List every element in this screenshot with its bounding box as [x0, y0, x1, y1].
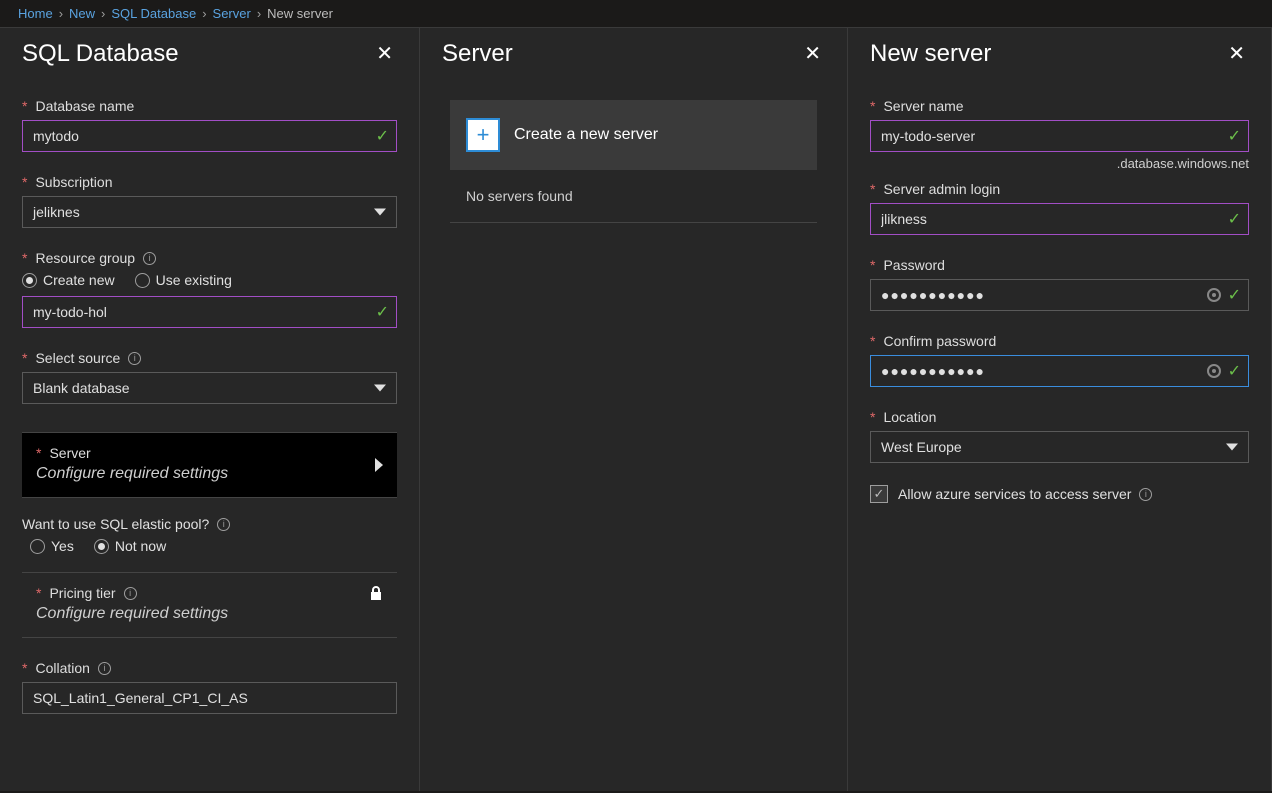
close-icon[interactable]: ✕ [800, 40, 825, 68]
admin-login-input[interactable] [870, 203, 1249, 235]
breadcrumb-home[interactable]: Home [18, 6, 53, 21]
confirm-password-label: *Confirm password [870, 333, 1249, 349]
close-icon[interactable]: ✕ [372, 40, 397, 68]
breadcrumb-current: New server [267, 6, 333, 21]
breadcrumb-server[interactable]: Server [213, 6, 251, 21]
chevron-down-icon [374, 209, 386, 216]
close-icon[interactable]: ✕ [1224, 40, 1249, 68]
create-new-server-label: Create a new server [514, 126, 658, 144]
elastic-pool-label: Want to use SQL elastic pool?i [22, 516, 397, 532]
panel-server: Server ✕ + Create a new server No server… [420, 28, 848, 791]
info-icon[interactable]: i [217, 518, 230, 531]
pricing-tier-sub: Configure required settings [36, 605, 383, 623]
panel-sql-database: SQL Database ✕ *Database name ✓ *Subscri… [0, 28, 420, 791]
collation-label: *Collationi [22, 660, 397, 676]
server-settings-sub: Configure required settings [36, 465, 383, 483]
chevron-down-icon [374, 385, 386, 392]
password-label: *Password [870, 257, 1249, 273]
panel-title-sql: SQL Database [22, 40, 179, 68]
chevron-right-icon: › [59, 6, 63, 21]
pricing-tier-nav[interactable]: *Pricing tieri Configure required settin… [22, 573, 397, 638]
select-source-label: *Select sourcei [22, 350, 397, 366]
panel-title-new-server: New server [870, 40, 991, 68]
subscription-select[interactable]: jeliknes [22, 196, 397, 228]
rg-use-existing-radio[interactable]: Use existing [135, 272, 232, 288]
plus-icon: + [466, 118, 500, 152]
location-select[interactable]: West Europe [870, 431, 1249, 463]
chevron-right-icon: › [257, 6, 261, 21]
elastic-notnow-radio[interactable]: Not now [94, 538, 166, 554]
no-servers-text: No servers found [450, 170, 817, 223]
create-new-server-button[interactable]: + Create a new server [450, 100, 817, 170]
info-icon[interactable]: i [124, 587, 137, 600]
server-name-label: *Server name [870, 98, 1249, 114]
info-icon[interactable]: i [98, 662, 111, 675]
database-name-label: *Database name [22, 98, 397, 114]
password-input[interactable] [870, 279, 1249, 311]
resource-group-input[interactable] [22, 296, 397, 328]
confirm-password-input[interactable] [870, 355, 1249, 387]
chevron-right-icon [375, 458, 383, 472]
collation-input[interactable] [22, 682, 397, 714]
chevron-down-icon [1226, 444, 1238, 451]
panel-new-server: New server ✕ *Server name ✓ .database.wi… [848, 28, 1272, 791]
admin-login-label: *Server admin login [870, 181, 1249, 197]
allow-azure-label: Allow azure services to access server i [898, 486, 1152, 502]
rg-create-new-radio[interactable]: Create new [22, 272, 115, 288]
breadcrumb: Home › New › SQL Database › Server › New… [0, 0, 1272, 28]
resource-group-label: *Resource groupi [22, 250, 397, 266]
subscription-label: *Subscription [22, 174, 397, 190]
breadcrumb-sqldatabase[interactable]: SQL Database [111, 6, 196, 21]
info-icon[interactable]: i [1139, 488, 1152, 501]
breadcrumb-new[interactable]: New [69, 6, 95, 21]
info-icon[interactable]: i [143, 252, 156, 265]
server-name-input[interactable] [870, 120, 1249, 152]
server-settings-nav[interactable]: *Server Configure required settings [22, 432, 397, 498]
chevron-right-icon: › [202, 6, 206, 21]
panel-title-server: Server [442, 40, 513, 68]
location-label: *Location [870, 409, 1249, 425]
server-name-suffix: .database.windows.net [870, 156, 1249, 171]
elastic-yes-radio[interactable]: Yes [30, 538, 74, 554]
database-name-input[interactable] [22, 120, 397, 152]
allow-azure-checkbox[interactable]: ✓ [870, 485, 888, 503]
chevron-right-icon: › [101, 6, 105, 21]
info-icon[interactable]: i [128, 352, 141, 365]
lock-icon [369, 585, 383, 604]
select-source-select[interactable]: Blank database [22, 372, 397, 404]
